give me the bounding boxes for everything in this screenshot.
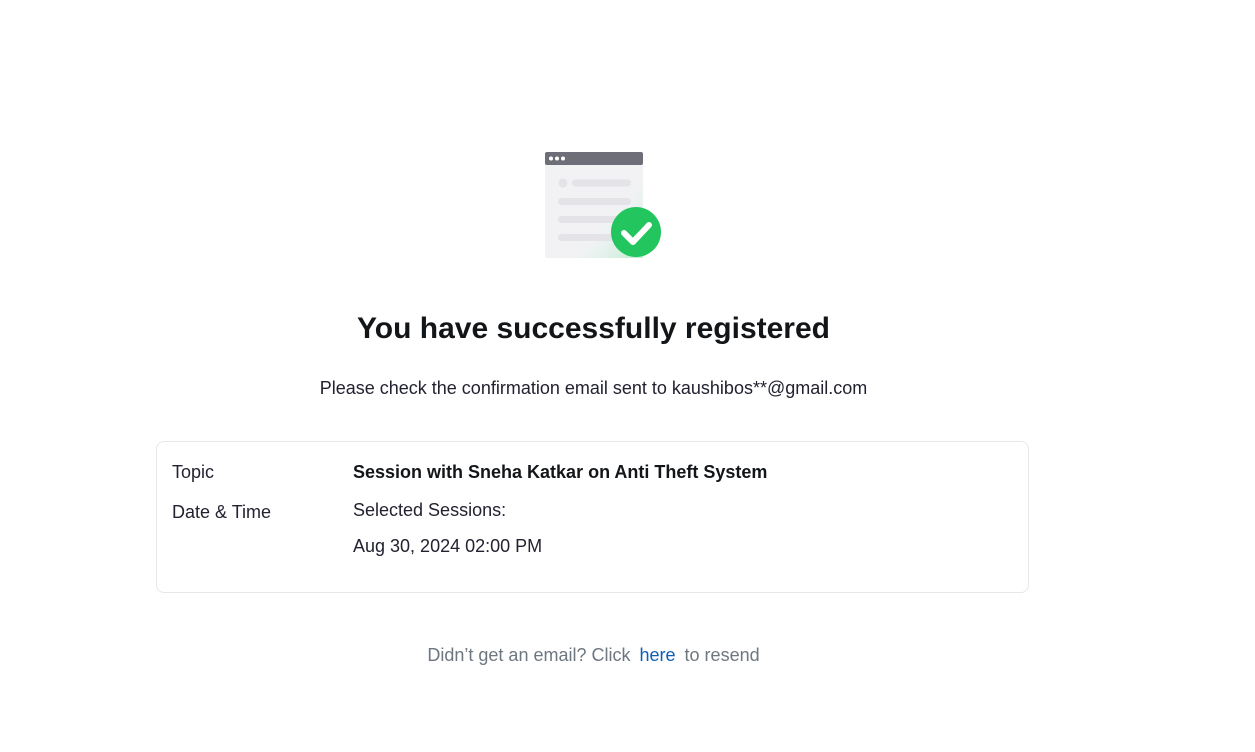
resend-email-link[interactable]: here	[640, 645, 676, 665]
page-title: You have successfully registered	[357, 312, 830, 345]
topic-value: Session with Sneha Katkar on Anti Theft …	[353, 462, 768, 482]
registration-confirmation-page: You have successfully registered Please …	[0, 0, 1255, 752]
registration-details-card: Topic Session with Sneha Katkar on Anti …	[156, 441, 1029, 593]
session-datetime: Aug 30, 2024 02:00 PM	[353, 536, 543, 556]
confirmation-email-message: Please check the confirmation email sent…	[319, 378, 868, 398]
success-illustration-icon	[543, 150, 665, 260]
topic-label: Topic	[172, 462, 215, 482]
datetime-label: Date & Time	[172, 502, 272, 522]
selected-sessions-heading: Selected Sessions:	[353, 500, 507, 520]
resend-suffix-text: to resend	[684, 645, 760, 665]
resend-email-prompt: Didn’t get an email? Click here to resen…	[0, 643, 1187, 667]
resend-prefix-text: Didn’t get an email? Click	[427, 645, 631, 665]
